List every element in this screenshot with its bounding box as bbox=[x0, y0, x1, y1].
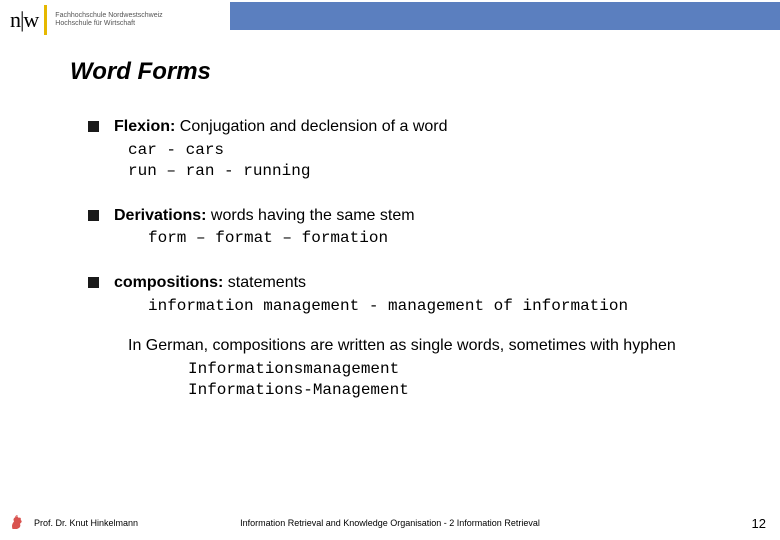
bullet-head: compositions: statements bbox=[114, 272, 780, 294]
footer-author: Prof. Dr. Knut Hinkelmann bbox=[34, 518, 138, 528]
page-number: 12 bbox=[752, 516, 766, 531]
title-bar bbox=[230, 2, 780, 30]
code-example: form – format – formation bbox=[148, 228, 780, 250]
bullet-label: compositions: bbox=[114, 274, 223, 291]
footer: Prof. Dr. Knut Hinkelmann Information Re… bbox=[0, 514, 780, 532]
bullet-desc: words having the same stem bbox=[206, 207, 414, 224]
institution-logo: n|w Fachhochschule Nordwestschweiz Hochs… bbox=[0, 0, 230, 40]
rooster-icon bbox=[8, 514, 26, 532]
bullet-compositions: compositions: statements information man… bbox=[88, 272, 780, 402]
sub-paragraph: In German, compositions are written as s… bbox=[114, 335, 780, 402]
bullet-label: Derivations: bbox=[114, 207, 206, 224]
slide-content: Flexion: Conjugation and declension of a… bbox=[88, 116, 780, 402]
logo-line2: Hochschule für Wirtschaft bbox=[55, 20, 135, 27]
code-example: car - cars run – ran - running bbox=[128, 140, 780, 183]
bullet-head: Flexion: Conjugation and declension of a… bbox=[114, 116, 780, 138]
logo-initials: n|w bbox=[10, 7, 38, 33]
logo-divider-icon bbox=[44, 5, 47, 35]
slide-title: Word Forms bbox=[70, 58, 780, 86]
logo-line1: Fachhochschule Nordwestschweiz bbox=[55, 12, 162, 19]
header: n|w Fachhochschule Nordwestschweiz Hochs… bbox=[0, 0, 780, 40]
bullet-desc: statements bbox=[223, 274, 306, 291]
bullet-head: Derivations: words having the same stem bbox=[114, 205, 780, 227]
bullet-label: Flexion: bbox=[114, 118, 175, 135]
bullet-derivations: Derivations: words having the same stem … bbox=[88, 205, 780, 250]
footer-course: Information Retrieval and Knowledge Orga… bbox=[240, 518, 540, 528]
sub-code-example: Informationsmanagement Informations-Mana… bbox=[188, 359, 780, 402]
bullet-flexion: Flexion: Conjugation and declension of a… bbox=[88, 116, 780, 183]
logo-text: Fachhochschule Nordwestschweiz Hochschul… bbox=[55, 12, 162, 27]
code-example: information management - management of i… bbox=[148, 296, 780, 318]
bullet-desc: Conjugation and declension of a word bbox=[175, 118, 447, 135]
sub-text: In German, compositions are written as s… bbox=[128, 335, 780, 357]
